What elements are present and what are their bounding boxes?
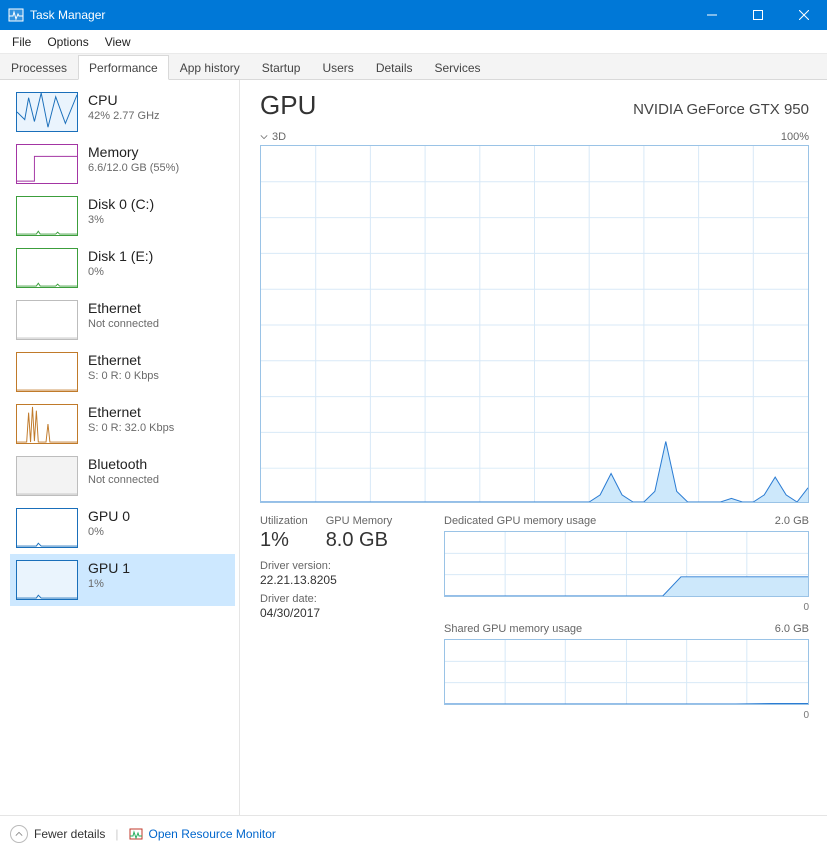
gpu-mem-label: GPU Memory (326, 515, 393, 527)
driver-date-label: Driver date: (260, 593, 430, 605)
sidebar-item-sub: Not connected (88, 474, 159, 486)
detail-device-name: NVIDIA GeForce GTX 950 (633, 101, 809, 118)
sidebar-item-name: Disk 0 (C:) (88, 196, 154, 212)
sidebar-item-sub: S: 0 R: 0 Kbps (88, 370, 159, 382)
footer: Fewer details | Open Resource Monitor (0, 815, 827, 851)
sidebar-thumb (16, 404, 78, 444)
minimize-button[interactable] (689, 0, 735, 30)
chevron-down-icon (260, 133, 268, 141)
sidebar-item-ethernet[interactable]: Ethernet Not connected (10, 294, 235, 346)
dedicated-mem-label: Dedicated GPU memory usage (444, 515, 596, 527)
menu-bar: File Options View (0, 30, 827, 54)
sidebar-item-gpu-1[interactable]: GPU 1 1% (10, 554, 235, 606)
maximize-button[interactable] (735, 0, 781, 30)
menu-file[interactable]: File (4, 32, 39, 52)
sidebar-item-sub: Not connected (88, 318, 159, 330)
sidebar-item-name: CPU (88, 92, 160, 108)
sidebar-item-name: GPU 1 (88, 560, 130, 576)
fewer-details-label: Fewer details (34, 827, 105, 841)
dedicated-mem-max: 2.0 GB (775, 515, 809, 527)
open-resource-monitor-link[interactable]: Open Resource Monitor (129, 827, 276, 841)
util-label: Utilization (260, 515, 308, 527)
menu-view[interactable]: View (97, 32, 139, 52)
sidebar-item-memory[interactable]: Memory 6.6/12.0 GB (55%) (10, 138, 235, 190)
sidebar-item-name: Memory (88, 144, 179, 160)
sidebar-item-sub: 0% (88, 526, 130, 538)
sidebar: CPU 42% 2.77 GHz Memory 6.6/12.0 GB (55%) Di… (0, 80, 240, 815)
driver-ver-label: Driver version: (260, 560, 430, 572)
resource-monitor-icon (129, 827, 143, 841)
sidebar-item-sub: S: 0 R: 32.0 Kbps (88, 422, 174, 434)
sidebar-item-disk-1-e-[interactable]: Disk 1 (E:) 0% (10, 242, 235, 294)
sidebar-item-name: Ethernet (88, 300, 159, 316)
sidebar-item-sub: 42% 2.77 GHz (88, 110, 160, 122)
tab-services[interactable]: Services (424, 55, 492, 80)
sidebar-item-sub: 1% (88, 578, 130, 590)
tab-performance[interactable]: Performance (78, 55, 169, 80)
orm-label: Open Resource Monitor (149, 827, 276, 841)
tab-startup[interactable]: Startup (251, 55, 312, 80)
sidebar-item-gpu-0[interactable]: GPU 0 0% (10, 502, 235, 554)
sidebar-item-bluetooth[interactable]: Bluetooth Not connected (10, 450, 235, 502)
sidebar-thumb (16, 508, 78, 548)
sidebar-item-disk-0-c-[interactable]: Disk 0 (C:) 3% (10, 190, 235, 242)
gpu-mem-value: 8.0 GB (326, 529, 393, 552)
shared-mem-min: 0 (444, 710, 809, 721)
sidebar-item-sub: 0% (88, 266, 153, 278)
sidebar-thumb (16, 144, 78, 184)
sidebar-thumb (16, 456, 78, 496)
main-chart-max: 100% (781, 131, 809, 143)
shared-mem-label: Shared GPU memory usage (444, 623, 582, 635)
main-chart-label: 3D (272, 131, 286, 143)
sidebar-item-sub: 3% (88, 214, 154, 226)
shared-mem-chart (444, 639, 809, 705)
sidebar-thumb (16, 248, 78, 288)
sidebar-thumb (16, 92, 78, 132)
window-title: Task Manager (30, 8, 689, 22)
fewer-details-button[interactable]: Fewer details (10, 825, 105, 843)
sidebar-item-ethernet[interactable]: Ethernet S: 0 R: 32.0 Kbps (10, 398, 235, 450)
sidebar-thumb (16, 300, 78, 340)
sidebar-item-cpu[interactable]: CPU 42% 2.77 GHz (10, 86, 235, 138)
dedicated-mem-chart (444, 531, 809, 597)
tab-processes[interactable]: Processes (0, 55, 78, 80)
title-bar: Task Manager (0, 0, 827, 30)
util-value: 1% (260, 529, 308, 552)
shared-mem-max: 6.0 GB (775, 623, 809, 635)
menu-options[interactable]: Options (39, 32, 96, 52)
sidebar-item-name: Disk 1 (E:) (88, 248, 153, 264)
tab-bar: Processes Performance App history Startu… (0, 54, 827, 80)
dedicated-mem-min: 0 (444, 602, 809, 613)
main-chart (260, 145, 809, 503)
sidebar-thumb (16, 352, 78, 392)
sidebar-thumb (16, 560, 78, 600)
footer-divider: | (115, 827, 118, 841)
sidebar-thumb (16, 196, 78, 236)
gpu-stats: Utilization 1% GPU Memory 8.0 GB Driver … (260, 515, 430, 727)
sidebar-item-name: Ethernet (88, 404, 174, 420)
sidebar-item-name: Bluetooth (88, 456, 159, 472)
app-icon (8, 7, 24, 23)
tab-users[interactable]: Users (311, 55, 364, 80)
driver-date-value: 04/30/2017 (260, 606, 430, 620)
tab-details[interactable]: Details (365, 55, 424, 80)
sidebar-item-name: Ethernet (88, 352, 159, 368)
close-button[interactable] (781, 0, 827, 30)
sidebar-item-ethernet[interactable]: Ethernet S: 0 R: 0 Kbps (10, 346, 235, 398)
detail-panel: GPU NVIDIA GeForce GTX 950 3D 100% (240, 80, 827, 815)
driver-ver-value: 22.21.13.8205 (260, 573, 430, 587)
sidebar-item-name: GPU 0 (88, 508, 130, 524)
tab-app-history[interactable]: App history (169, 55, 251, 80)
collapse-icon (10, 825, 28, 843)
detail-heading: GPU (260, 90, 316, 121)
main-chart-selector[interactable]: 3D (260, 131, 286, 143)
sidebar-item-sub: 6.6/12.0 GB (55%) (88, 162, 179, 174)
